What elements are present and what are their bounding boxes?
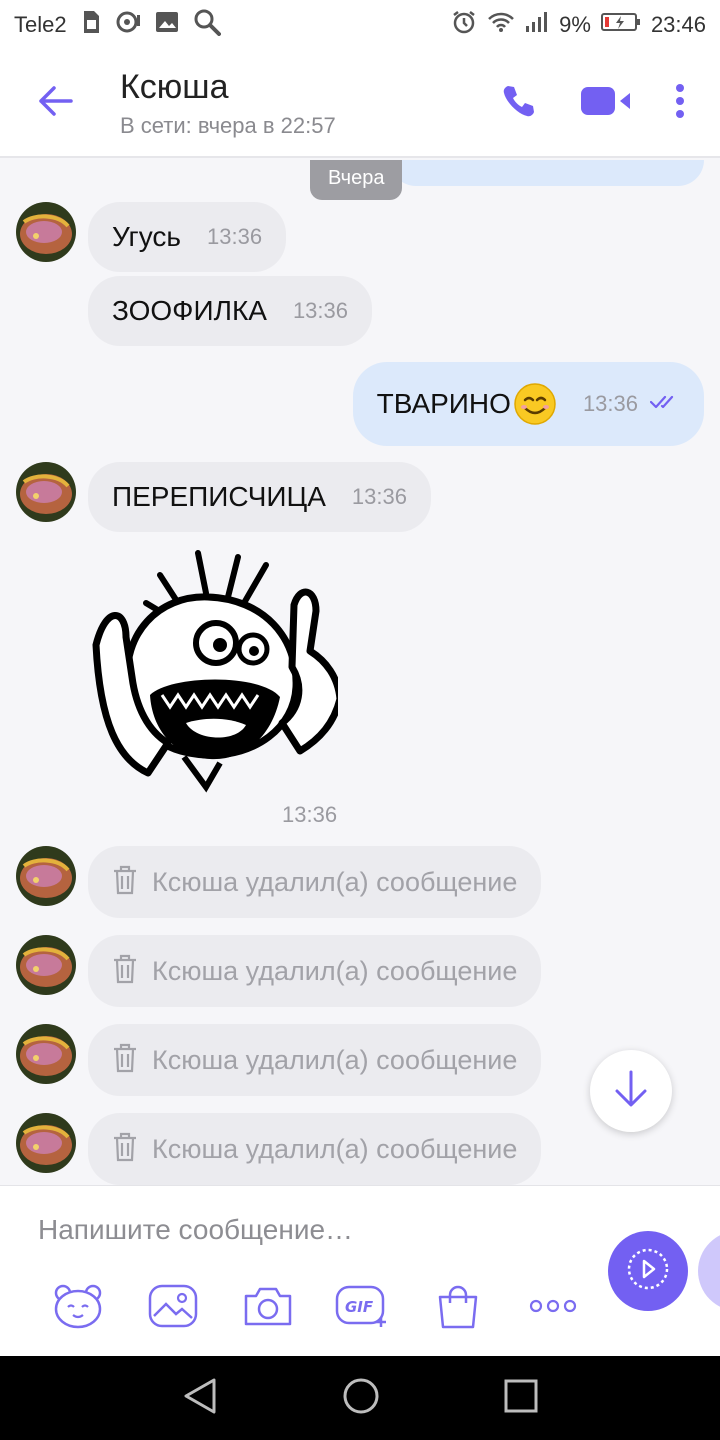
kebab-menu-icon <box>675 83 685 123</box>
status-bar: Tele2 9% 23:46 <box>0 0 720 50</box>
message-text: ПЕРЕПИСЧИЦА <box>112 481 326 512</box>
more-dots-icon <box>529 1299 577 1318</box>
back-arrow-icon <box>37 85 73 122</box>
screen: Tele2 9% 23:46 Ксюша В сети: вчера в 22:… <box>0 0 720 1440</box>
deleted-message-bubble[interactable]: Ксюша удалил(а) сообщение <box>88 1113 542 1185</box>
message-time: 13:36 <box>351 484 407 509</box>
avatar[interactable] <box>16 462 76 522</box>
message-time: 13:36 <box>207 224 263 249</box>
message-time: 13:36 <box>582 391 638 416</box>
trash-icon <box>112 954 138 989</box>
scroll-to-bottom-button[interactable] <box>590 1050 672 1132</box>
avatar[interactable] <box>16 935 76 995</box>
trollface-sticker[interactable] <box>88 545 344 795</box>
outgoing-message-bubble[interactable]: ТВАРИНО 13:36 <box>352 362 704 446</box>
svg-text:GIF: GIF <box>345 1298 374 1316</box>
wifi-icon <box>487 11 515 39</box>
camera-button[interactable] <box>220 1278 315 1338</box>
sticker-button[interactable] <box>30 1278 125 1338</box>
video-camera-icon <box>580 85 632 122</box>
incoming-message-bubble[interactable]: ЗООФИЛКА 13:36 <box>88 276 372 346</box>
smiling-face-emoji <box>513 382 557 426</box>
video-message-icon <box>626 1247 670 1296</box>
deleted-message-bubble[interactable]: Ксюша удалил(а) сообщение <box>88 846 542 918</box>
deleted-message-text: Ксюша удалил(а) сообщение <box>152 1044 518 1075</box>
more-options-button[interactable] <box>650 49 710 157</box>
message-input[interactable]: Напишите сообщение… <box>38 1214 353 1246</box>
battery-percent: 9% <box>559 12 591 37</box>
deleted-message-bubble[interactable]: Ксюша удалил(а) сообщение <box>88 935 542 1007</box>
nav-recents-button[interactable] <box>504 1379 538 1418</box>
phone-icon <box>500 83 536 124</box>
sticker-icon <box>51 1283 105 1334</box>
avatar[interactable] <box>16 202 76 262</box>
chat-header: Ксюша В сети: вчера в 22:57 <box>0 50 720 158</box>
system-navigation-bar <box>0 1356 720 1440</box>
sticker-message <box>0 545 720 795</box>
viber-notification-icon <box>115 10 141 40</box>
shop-button[interactable] <box>410 1278 505 1338</box>
message-text: ТВАРИНО <box>376 388 511 419</box>
deleted-message-text: Ксюша удалил(а) сообщение <box>152 866 518 897</box>
gif-icon: GIF <box>335 1283 391 1334</box>
deleted-message-text: Ксюша удалил(а) сообщение <box>152 955 518 986</box>
trash-icon <box>112 1132 138 1167</box>
shopping-bag-icon <box>436 1283 480 1334</box>
gif-button[interactable]: GIF <box>315 1278 410 1338</box>
image-notification-icon <box>155 11 179 39</box>
contact-name: Ксюша <box>120 67 229 106</box>
video-call-button[interactable] <box>562 49 650 157</box>
arrow-down-icon <box>613 1069 649 1114</box>
carrier-label: Tele2 <box>14 12 67 37</box>
video-message-button[interactable] <box>608 1231 688 1311</box>
avatar[interactable] <box>16 1113 76 1173</box>
contact-info[interactable]: Ксюша В сети: вчера в 22:57 <box>110 68 474 139</box>
signal-icon <box>525 11 549 39</box>
sim-card-icon <box>81 10 101 40</box>
more-tools-button[interactable] <box>505 1278 600 1338</box>
avatar[interactable] <box>16 846 76 906</box>
avatar[interactable] <box>16 1024 76 1084</box>
deleted-message-bubble[interactable]: Ксюша удалил(а) сообщение <box>88 1024 542 1096</box>
deleted-message-text: Ксюша удалил(а) сообщение <box>152 1133 518 1164</box>
message-time: 13:36 <box>292 298 348 323</box>
call-button[interactable] <box>474 49 562 157</box>
contact-status: В сети: вчера в 22:57 <box>120 112 336 138</box>
trash-icon <box>112 1043 138 1078</box>
nav-home-button[interactable] <box>342 1377 380 1420</box>
battery-icon <box>600 12 641 38</box>
gallery-button[interactable] <box>125 1278 220 1338</box>
sticker-time: 13:36 <box>282 802 338 827</box>
clock-time: 23:46 <box>650 12 706 37</box>
composer-toolbar: GIF <box>30 1278 600 1338</box>
message-text: ЗООФИЛКА <box>112 295 267 326</box>
message-list[interactable]: Вчера Угусь 13:36 ЗООФИЛКА 13:36 ТВАРИНО <box>0 160 720 1185</box>
alarm-icon <box>451 9 477 41</box>
message-text: Угусь <box>112 221 182 252</box>
voice-message-button[interactable] <box>698 1231 720 1311</box>
nav-back-button[interactable] <box>182 1377 218 1420</box>
search-notification-icon <box>193 8 221 42</box>
trash-icon <box>112 865 138 900</box>
previous-message-bubble[interactable] <box>390 160 704 186</box>
double-check-read-icon <box>649 394 680 415</box>
date-separator: Вчера <box>310 160 403 200</box>
back-button[interactable] <box>0 49 110 157</box>
incoming-message-bubble[interactable]: Угусь 13:36 <box>88 202 287 272</box>
incoming-message-bubble[interactable]: ПЕРЕПИСЧИЦА 13:36 <box>88 462 431 532</box>
gallery-icon <box>148 1284 198 1333</box>
message-composer: Напишите сообщение… GIF <box>0 1185 720 1356</box>
camera-icon <box>242 1284 294 1333</box>
